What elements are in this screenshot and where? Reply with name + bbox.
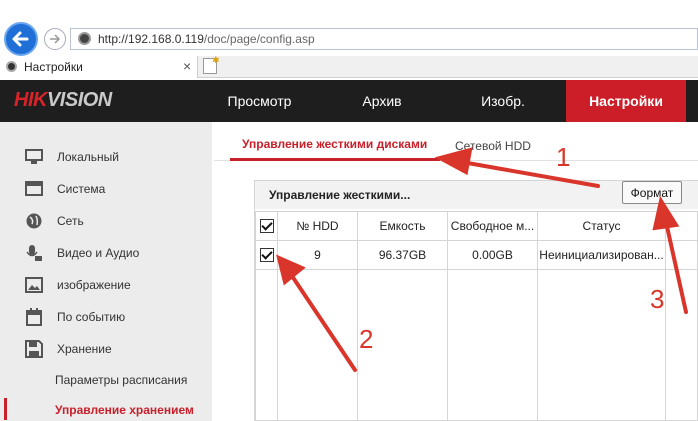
annotation-arrowhead-3 xyxy=(652,195,680,231)
annotation-number-1: 1 xyxy=(556,142,571,172)
annotation-arrow-1 xyxy=(460,160,600,188)
annotation-arrow-3 xyxy=(664,220,688,314)
annotation-number-2: 2 xyxy=(359,324,374,354)
annotation-arrowhead-2 xyxy=(276,254,306,286)
annotation-arrowhead-1 xyxy=(434,147,473,176)
annotation-arrow-2 xyxy=(290,274,357,372)
annotation-number-3: 3 xyxy=(650,284,665,314)
annotation-overlay xyxy=(276,147,688,372)
